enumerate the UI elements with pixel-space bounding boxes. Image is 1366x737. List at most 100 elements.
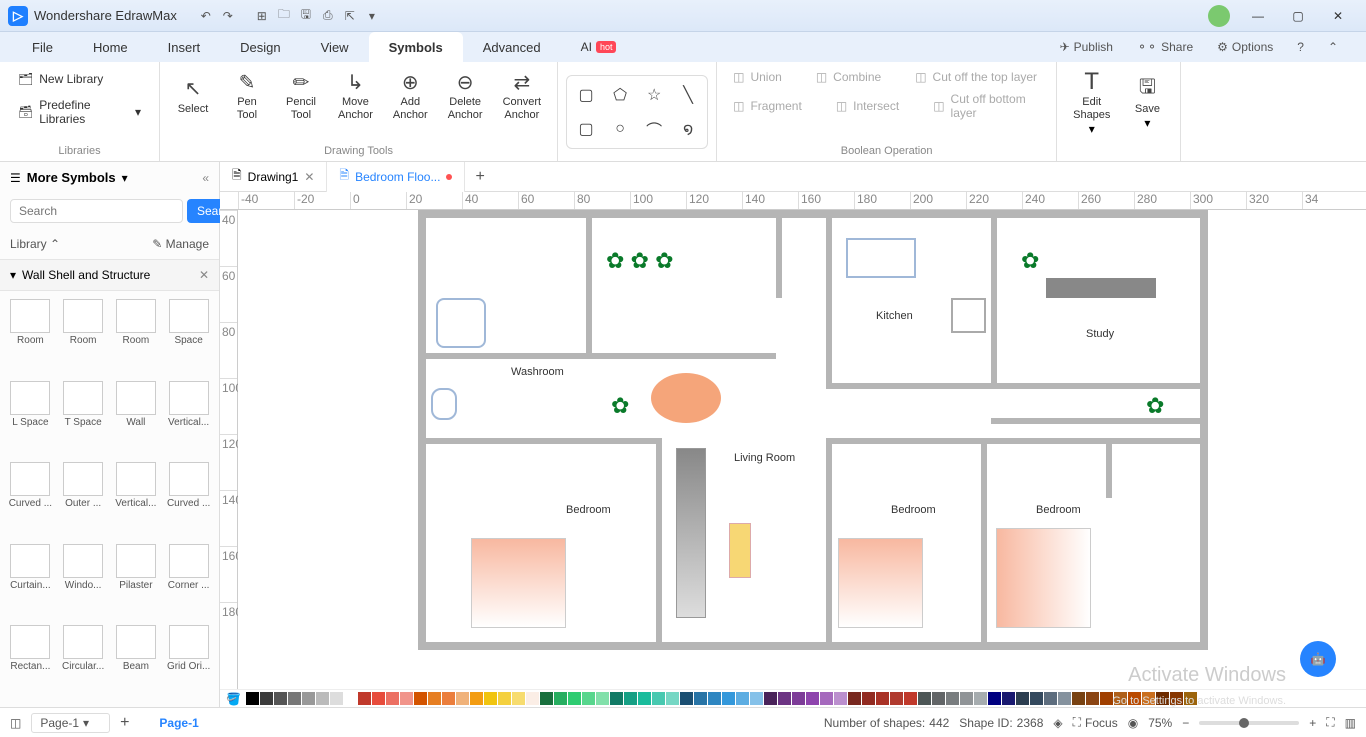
color-swatch[interactable]: [1114, 692, 1127, 705]
move-anchor-tool[interactable]: ↳Move Anchor: [330, 66, 381, 126]
predefine-libraries-button[interactable]: 🗃Predefine Libraries▾: [8, 92, 151, 132]
color-swatch[interactable]: [862, 692, 875, 705]
color-swatch[interactable]: [750, 692, 763, 705]
shape-rect-icon[interactable]: ▢: [571, 80, 601, 110]
sink-shape[interactable]: [846, 238, 916, 278]
color-swatch[interactable]: [358, 692, 371, 705]
menu-insert[interactable]: Insert: [148, 32, 221, 62]
search-input[interactable]: [10, 199, 183, 223]
cut-top-button[interactable]: ◫Cut off the top layer: [907, 66, 1045, 88]
convert-anchor-tool[interactable]: ⇄Convert Anchor: [495, 66, 550, 126]
dining-table-shape[interactable]: [651, 373, 721, 423]
delete-anchor-tool[interactable]: ⊖Delete Anchor: [440, 66, 491, 126]
open-icon[interactable]: 🗀: [275, 7, 293, 25]
color-swatch[interactable]: [498, 692, 511, 705]
shape-item[interactable]: Space: [166, 299, 211, 373]
shape-item[interactable]: Circular...: [61, 625, 106, 699]
color-swatch[interactable]: [890, 692, 903, 705]
rug-shape[interactable]: [729, 523, 751, 578]
color-swatch[interactable]: [680, 692, 693, 705]
doc-tab-1[interactable]: 🗎 Drawing1 ✕: [220, 162, 327, 192]
color-swatch[interactable]: [1058, 692, 1071, 705]
shape-item[interactable]: T Space: [61, 381, 106, 455]
intersect-button[interactable]: ◫Intersect: [828, 95, 907, 117]
pen-tool[interactable]: ✎Pen Tool: [222, 66, 272, 126]
toilet-shape[interactable]: [431, 388, 457, 420]
zoom-in-button[interactable]: +: [1309, 716, 1316, 730]
color-swatch[interactable]: [694, 692, 707, 705]
dropdown-icon[interactable]: ▾: [122, 171, 128, 185]
save-symbol-button[interactable]: 🖫Save▾: [1122, 73, 1172, 134]
color-swatch[interactable]: [778, 692, 791, 705]
fullscreen-icon[interactable]: ⛶: [1326, 715, 1334, 730]
shape-item[interactable]: Rectan...: [8, 625, 53, 699]
page-tab[interactable]: Page-1: [159, 716, 198, 730]
color-swatch[interactable]: [638, 692, 651, 705]
color-swatch[interactable]: [1184, 692, 1197, 705]
color-swatch[interactable]: [246, 692, 259, 705]
minimize-button[interactable]: —: [1238, 2, 1278, 30]
color-swatch[interactable]: [442, 692, 455, 705]
color-swatch[interactable]: [386, 692, 399, 705]
color-swatch[interactable]: [1044, 692, 1057, 705]
color-swatch[interactable]: [288, 692, 301, 705]
color-swatch[interactable]: [316, 692, 329, 705]
color-swatch[interactable]: [428, 692, 441, 705]
color-swatch[interactable]: [988, 692, 1001, 705]
collapse-sidebar-button[interactable]: «: [202, 171, 209, 185]
color-swatch[interactable]: [876, 692, 889, 705]
shape-item[interactable]: Beam: [114, 625, 159, 699]
help-button[interactable]: ?: [1289, 36, 1312, 58]
add-tab-button[interactable]: +: [465, 168, 494, 186]
bed-shape[interactable]: [838, 538, 923, 628]
color-swatch[interactable]: [414, 692, 427, 705]
color-swatch[interactable]: [512, 692, 525, 705]
shape-item[interactable]: Corner ...: [166, 544, 211, 618]
shape-item[interactable]: Outer ...: [61, 462, 106, 536]
menu-view[interactable]: View: [301, 32, 369, 62]
shape-item[interactable]: Curtain...: [8, 544, 53, 618]
menu-file[interactable]: File: [12, 32, 73, 62]
shape-line-icon[interactable]: ╲: [673, 80, 703, 110]
color-swatch[interactable]: [484, 692, 497, 705]
color-swatch[interactable]: [470, 692, 483, 705]
collapse-ribbon-button[interactable]: ⌃: [1320, 36, 1346, 58]
color-swatch[interactable]: [1100, 692, 1113, 705]
caret-down-icon[interactable]: ▾: [363, 7, 381, 25]
share-button[interactable]: ⚬⚬Share: [1129, 36, 1201, 58]
combine-button[interactable]: ◫Combine: [808, 66, 889, 88]
zoom-level[interactable]: 75%: [1148, 716, 1172, 730]
close-category-icon[interactable]: ✕: [199, 268, 209, 282]
color-swatch[interactable]: [960, 692, 973, 705]
color-swatch[interactable]: [344, 692, 357, 705]
undo-icon[interactable]: ↶: [197, 7, 215, 25]
add-page-button[interactable]: +: [120, 714, 129, 732]
color-swatch[interactable]: [1170, 692, 1183, 705]
bathtub-shape[interactable]: [436, 298, 486, 348]
manage-link[interactable]: ✎ Manage: [152, 237, 209, 251]
cut-bottom-button[interactable]: ◫Cut off bottom layer: [925, 88, 1048, 124]
shape-item[interactable]: Wall: [114, 381, 159, 455]
color-swatch[interactable]: [722, 692, 735, 705]
zoom-out-button[interactable]: −: [1182, 716, 1189, 730]
shape-rounded-icon[interactable]: ▢: [571, 114, 601, 144]
user-avatar[interactable]: [1208, 5, 1230, 27]
color-swatch[interactable]: [568, 692, 581, 705]
color-swatch[interactable]: [526, 692, 539, 705]
shape-item[interactable]: Curved ...: [166, 462, 211, 536]
shape-pentagon-icon[interactable]: ⬠: [605, 80, 635, 110]
stove-shape[interactable]: [951, 298, 986, 333]
menu-symbols[interactable]: Symbols: [369, 32, 463, 62]
doc-tab-2[interactable]: 🗎 Bedroom Floo...: [327, 162, 465, 192]
shape-item[interactable]: Pilaster: [114, 544, 159, 618]
maximize-button[interactable]: ▢: [1278, 2, 1318, 30]
new-library-button[interactable]: 🗂New Library: [8, 66, 151, 92]
color-swatch[interactable]: [820, 692, 833, 705]
color-swatch[interactable]: [1142, 692, 1155, 705]
color-swatch[interactable]: [652, 692, 665, 705]
shape-item[interactable]: Room: [8, 299, 53, 373]
options-button[interactable]: ⚙Options: [1209, 36, 1281, 58]
color-swatch[interactable]: [624, 692, 637, 705]
panel-toggle-icon[interactable]: ▥: [1345, 716, 1356, 730]
color-swatch[interactable]: [400, 692, 413, 705]
